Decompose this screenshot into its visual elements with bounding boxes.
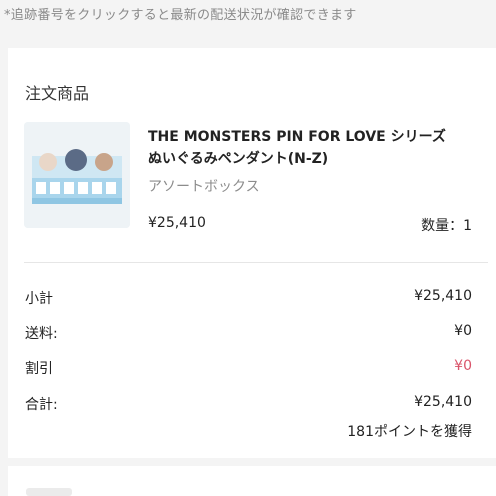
tracking-notice: *追跡番号をクリックすると最新の配送状況が確認できます [0,0,496,46]
divider [24,262,488,263]
product-name-jp: ぬいぐるみペンダント(N-Z) [148,151,329,167]
product-variant: アソートボックス [148,179,260,195]
product-name-en: THE MONSTERS PIN FOR LOVE シリーズ [148,129,446,145]
subtotal-value: ¥25,410 [414,288,472,304]
discount-label: 割引 [25,361,53,377]
total-value: ¥25,410 [414,394,472,410]
product-price: ¥25,410 [148,215,206,231]
product-name[interactable]: THE MONSTERS PIN FOR LOVE シリーズ ぬいぐるみペンダン… [148,126,488,170]
shipping-value: ¥0 [454,323,472,339]
product-box-image [24,122,130,228]
points-earned: 181ポイントを獲得 [347,424,472,440]
shipping-label: 送料: [25,326,58,342]
section-title: 注文商品 [25,84,90,103]
total-label: 合計: [25,397,58,413]
discount-value: ¥0 [454,358,472,374]
section-placeholder [26,488,72,496]
product-quantity: 数量：1 [421,218,472,234]
subtotal-label: 小計 [25,291,53,307]
product-thumbnail[interactable] [24,122,130,228]
next-section-card [8,466,496,496]
order-card: 注文商品 THE MONSTERS PIN FOR LOVE シリーズ ぬいぐる… [8,48,496,458]
